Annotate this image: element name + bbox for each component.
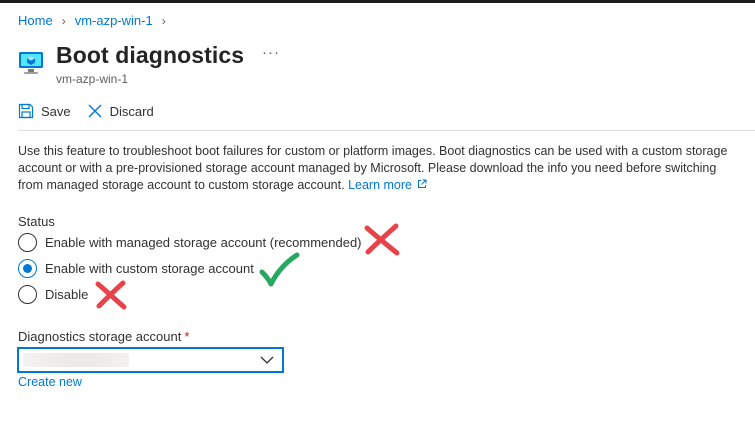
green-check-icon — [259, 252, 300, 287]
radio-button-selected[interactable] — [18, 259, 37, 278]
breadcrumb-separator-icon: › — [61, 13, 66, 28]
redacted-value — [23, 353, 129, 367]
required-marker: * — [184, 329, 190, 344]
window-top-border — [0, 0, 755, 3]
breadcrumb-vm-link[interactable]: vm-azp-win-1 — [75, 13, 153, 28]
radio-button[interactable] — [18, 285, 37, 304]
page-header: Boot diagnostics ··· vm-azp-win-1 — [18, 42, 738, 92]
external-link-icon — [418, 179, 427, 188]
radio-button[interactable] — [18, 233, 37, 252]
toolbar-divider — [18, 130, 755, 131]
radio-managed-storage[interactable]: Enable with managed storage account (rec… — [18, 233, 362, 252]
chevron-down-icon — [260, 356, 274, 364]
radio-disable-label: Disable — [45, 287, 89, 302]
virtual-machine-icon — [19, 52, 43, 74]
breadcrumb-home-link[interactable]: Home — [18, 13, 53, 28]
radio-disable[interactable]: Disable — [18, 285, 88, 304]
radio-managed-storage-label: Enable with managed storage account (rec… — [45, 235, 362, 250]
radio-custom-storage-label: Enable with custom storage account — [45, 261, 254, 276]
create-new-link[interactable]: Create new — [18, 375, 82, 389]
storage-account-label: Diagnostics storage account * — [18, 329, 189, 344]
radio-custom-storage[interactable]: Enable with custom storage account — [18, 259, 254, 278]
red-x-icon — [364, 223, 400, 256]
storage-account-label-text: Diagnostics storage account — [18, 329, 182, 344]
discard-label: Discard — [109, 103, 154, 119]
page-subtitle: vm-azp-win-1 — [56, 72, 129, 86]
red-x-icon — [95, 280, 127, 310]
learn-more-link[interactable]: Learn more — [348, 178, 427, 192]
save-button[interactable]: Save — [18, 103, 71, 119]
command-bar: Save Discard — [18, 103, 170, 119]
status-label: Status — [18, 214, 55, 229]
more-options-button[interactable]: ··· — [262, 44, 280, 61]
discard-button[interactable]: Discard — [87, 103, 154, 119]
page-title: Boot diagnostics — [56, 42, 245, 68]
storage-account-dropdown[interactable] — [17, 347, 284, 373]
description-text: Use this feature to troubleshoot boot fa… — [18, 143, 743, 194]
close-icon — [88, 104, 102, 118]
save-label: Save — [41, 103, 71, 119]
breadcrumb-separator-icon: › — [161, 13, 166, 28]
save-icon — [18, 103, 34, 119]
breadcrumb: Home › vm-azp-win-1 › — [18, 13, 175, 28]
learn-more-label: Learn more — [348, 178, 412, 192]
